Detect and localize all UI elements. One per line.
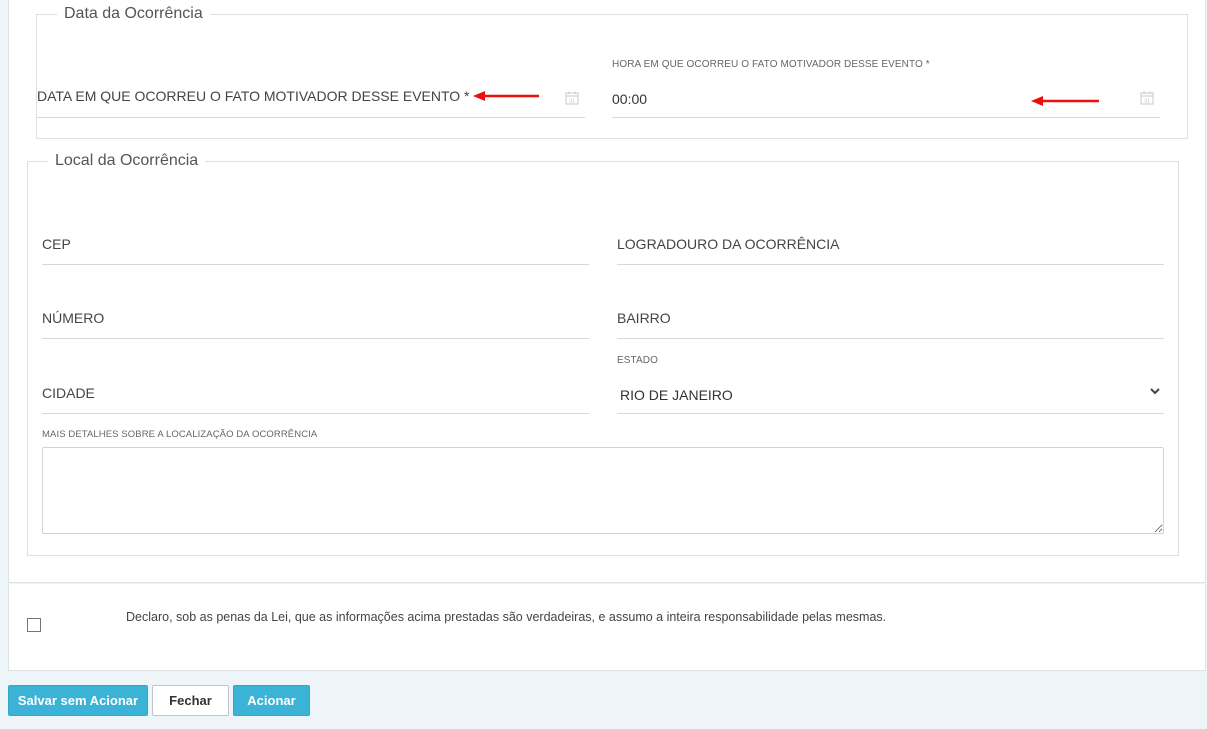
data-ocorrencia-group: Data da Ocorrência	[36, 6, 1188, 139]
hora-ocorrencia-label: HORA EM QUE OCORREU O FATO MOTIVADOR DES…	[612, 59, 930, 70]
svg-text:31: 31	[569, 99, 575, 105]
fechar-button[interactable]: Fechar	[152, 685, 229, 716]
data-ocorrencia-label: DATA EM QUE OCORREU O FATO MOTIVADOR DES…	[37, 88, 470, 104]
cidade-field[interactable]: CIDADE	[42, 375, 589, 414]
cep-label: CEP	[42, 236, 71, 252]
acionar-button[interactable]: Acionar	[233, 685, 310, 716]
estado-label: ESTADO	[617, 355, 658, 366]
hora-ocorrencia-value[interactable]: 00:00	[612, 91, 647, 107]
declaration-text: Declaro, sob as penas da Lei, que as inf…	[126, 610, 887, 624]
logradouro-label: LOGRADOURO DA OCORRÊNCIA	[617, 236, 840, 252]
chevron-down-icon[interactable]	[1150, 388, 1160, 395]
local-ocorrencia-legend: Local da Ocorrência	[55, 152, 199, 169]
annotation-arrow-right	[1031, 96, 1099, 106]
estado-select[interactable]: RIO DE JANEIRO	[617, 375, 1164, 414]
data-ocorrencia-legend: Data da Ocorrência	[64, 5, 203, 22]
numero-label: NÚMERO	[42, 310, 105, 326]
annotation-arrow-left	[473, 91, 539, 101]
salvar-sem-acionar-button[interactable]: Salvar sem Acionar	[8, 685, 148, 716]
bairro-field[interactable]: BAIRRO	[617, 300, 1164, 339]
bairro-label: BAIRRO	[617, 310, 671, 326]
declaration-checkbox[interactable]	[27, 618, 41, 632]
cep-field[interactable]: CEP	[42, 226, 589, 265]
calendar-icon[interactable]: 31	[565, 91, 579, 105]
cidade-label: CIDADE	[42, 385, 95, 401]
detalhes-label: MAIS DETALHES SOBRE A LOCALIZAÇÃO DA OCO…	[42, 429, 318, 440]
estado-value: RIO DE JANEIRO	[620, 387, 733, 403]
logradouro-field[interactable]: LOGRADOURO DA OCORRÊNCIA	[617, 226, 1164, 265]
detalhes-textarea[interactable]	[42, 447, 1164, 534]
calendar-icon[interactable]: 31	[1140, 91, 1154, 105]
numero-field[interactable]: NÚMERO	[42, 300, 589, 339]
declaration-panel	[8, 584, 1206, 671]
svg-text:31: 31	[1144, 99, 1150, 105]
